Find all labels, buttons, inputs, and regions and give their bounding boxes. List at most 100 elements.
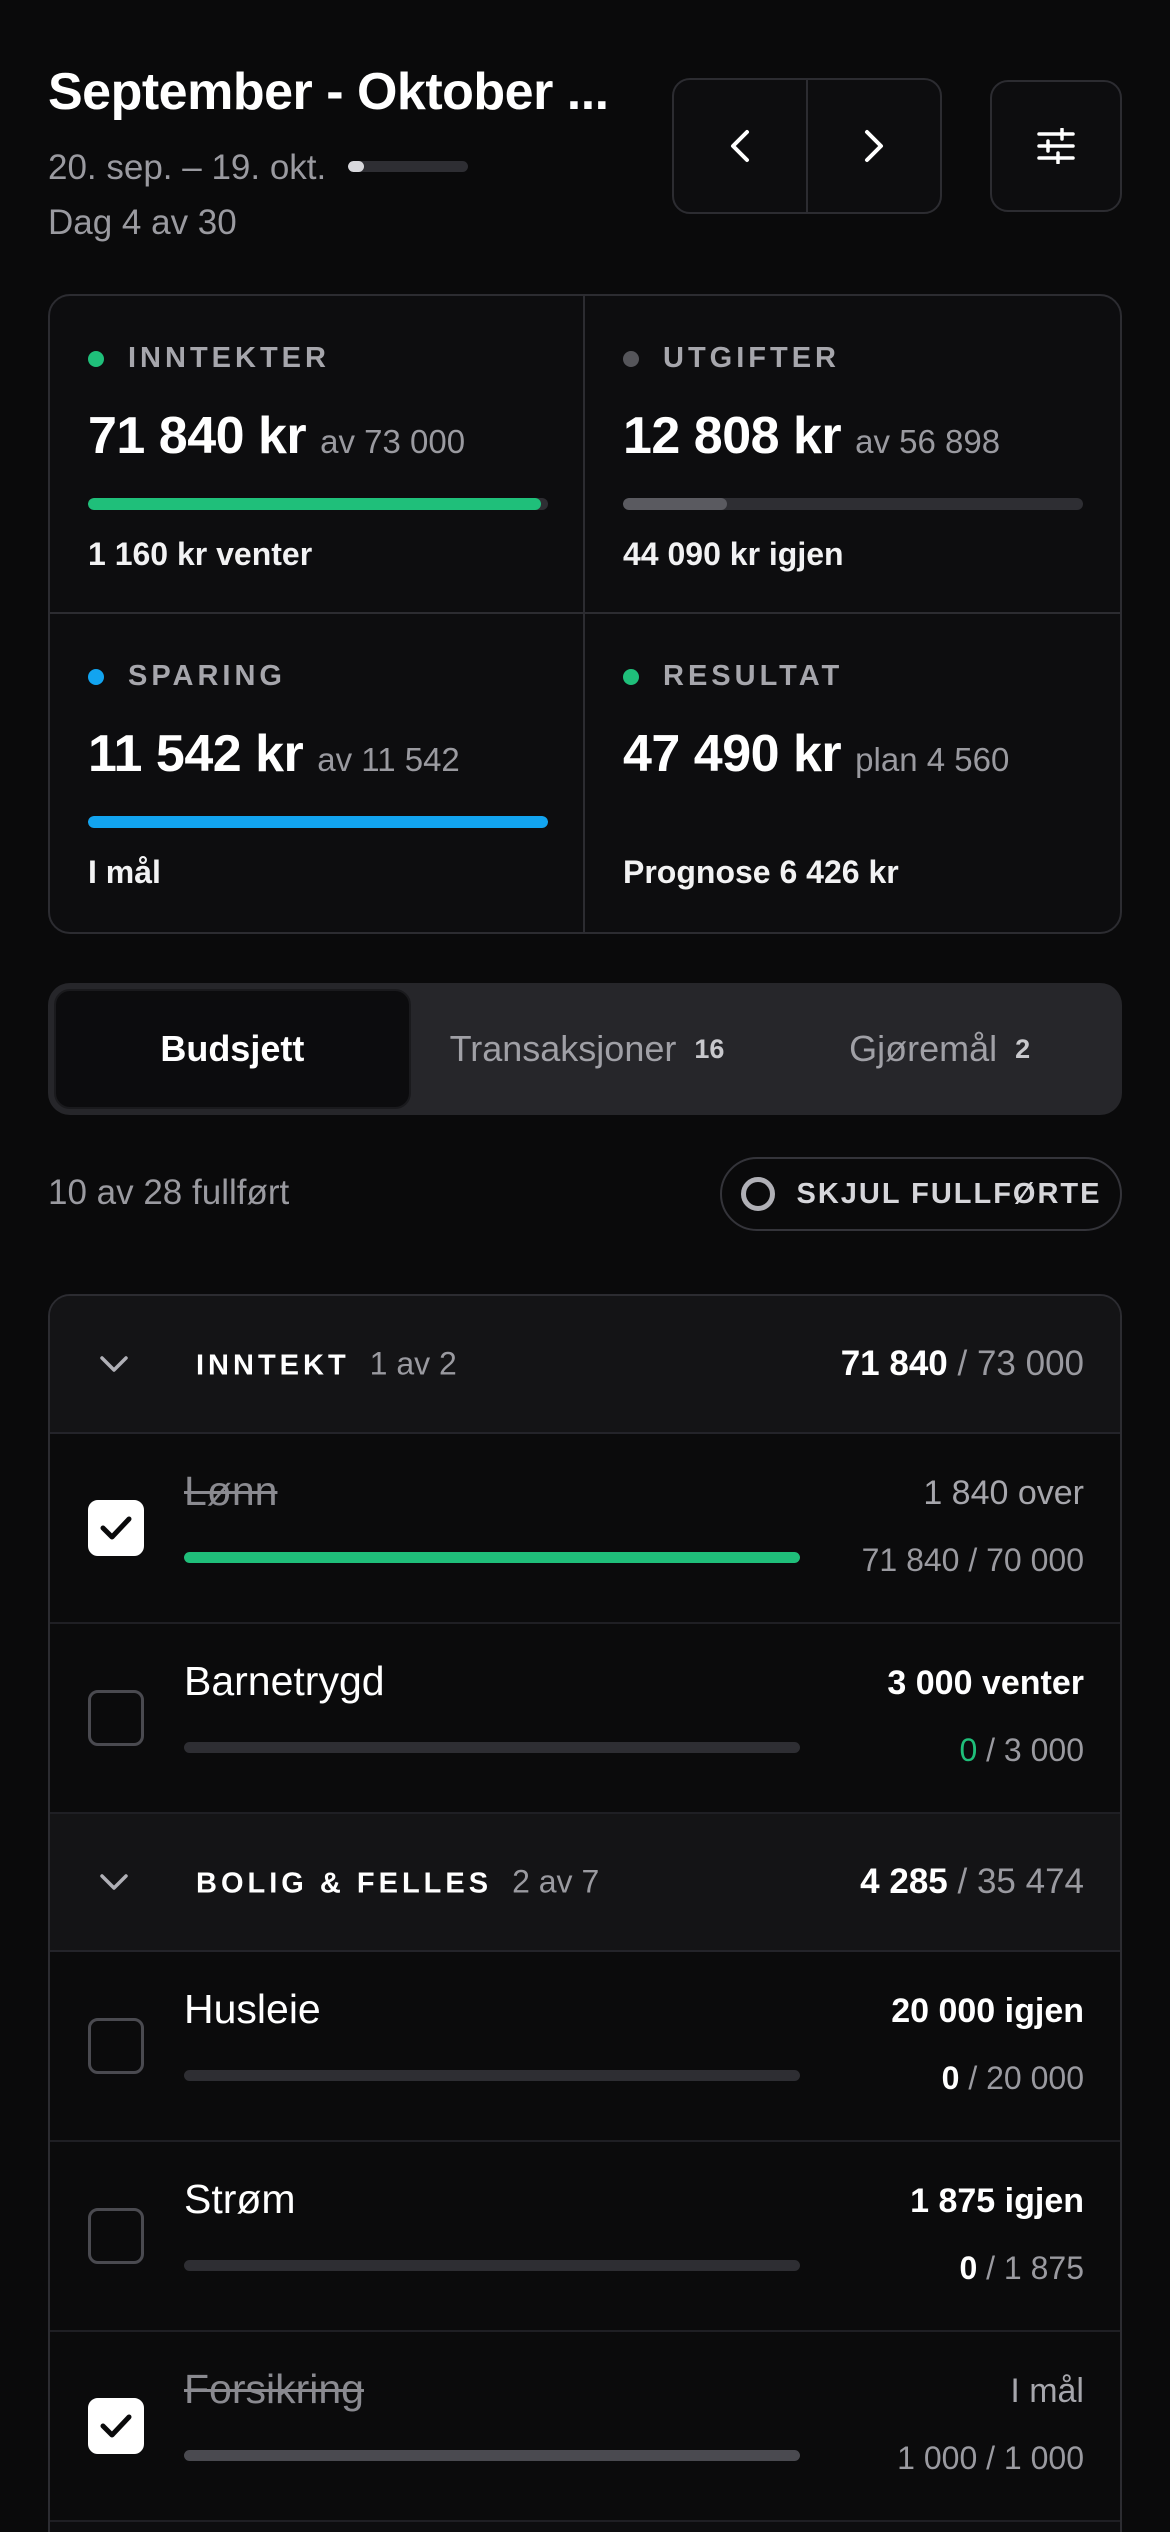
- stat-value: 47 490 kr: [623, 725, 842, 783]
- stat-progress-bar: [623, 498, 1083, 510]
- item-name: Lønn: [184, 1468, 278, 1514]
- summary-stats: INNTEKTER 71 840 kr av 73 000 1 160 kr ve…: [48, 294, 1122, 934]
- stat-target: plan 4 560: [855, 741, 1010, 778]
- stat-label: SPARING: [128, 660, 286, 692]
- tab-label: Transaksjoner: [449, 1028, 677, 1069]
- item-amount: 0 / 1 875: [959, 2250, 1084, 2287]
- toggle-ring-icon: [740, 1177, 775, 1211]
- budget-list: INNTEKT 1 av 2 71 840 / 73 000 Lønn 1 840…: [48, 1294, 1122, 2532]
- group-header-income[interactable]: INNTEKT 1 av 2 71 840 / 73 000: [50, 1296, 1120, 1434]
- period-day-count: Dag 4 av 30: [48, 203, 237, 242]
- budget-row[interactable]: Forsikring I mål 1 000 / 1 000: [50, 2332, 1120, 2522]
- item-amount: 0 / 20 000: [942, 2060, 1084, 2097]
- budget-row[interactable]: Barnetrygd 3 000 venter 0 / 3 000: [50, 1624, 1120, 1814]
- stat-note: Prognose 6 426 kr: [623, 854, 899, 890]
- stat-target: av 73 000: [320, 423, 466, 460]
- stat-target: av 11 542: [317, 741, 460, 778]
- item-budget: / 70 000: [968, 1542, 1084, 1578]
- tab-transactions[interactable]: Transaksjoner 16: [411, 989, 764, 1109]
- item-progress-bar: [184, 2260, 800, 2271]
- group-name: BOLIG & FELLES 2 av 7: [196, 1864, 599, 1901]
- stat-note: I mål: [88, 854, 161, 890]
- filter-settings-button[interactable]: [990, 80, 1122, 212]
- item-budget: / 3 000: [986, 1732, 1084, 1768]
- status-dot: [623, 668, 639, 685]
- item-amount: 0 / 3 000: [959, 1732, 1084, 1769]
- item-progress-fill: [184, 2450, 800, 2461]
- item-progress-bar: [184, 2070, 800, 2081]
- group-count: 1 av 2: [369, 1345, 457, 1382]
- stat-expenses[interactable]: UTGIFTER 12 808 kr av 56 898 44 090 kr ig…: [585, 296, 1120, 614]
- stat-label: INNTEKTER: [128, 342, 330, 374]
- budget-row[interactable]: Strøm 1 875 igjen 0 / 1 875: [50, 2142, 1120, 2332]
- item-name: Barnetrygd: [184, 1658, 385, 1704]
- tab-label: Budsjett: [160, 1028, 305, 1069]
- item-checkbox[interactable]: [88, 2398, 144, 2454]
- group-budget: / 73 000: [957, 1344, 1085, 1383]
- status-dot: [88, 350, 104, 367]
- stat-savings[interactable]: SPARING 11 542 kr av 11 542 I mål: [50, 614, 585, 932]
- checkmark-icon: [100, 1516, 132, 1540]
- status-dot: [88, 668, 104, 685]
- item-checkbox[interactable]: [88, 2018, 144, 2074]
- item-budget: / 20 000: [968, 2060, 1084, 2096]
- item-checkbox[interactable]: [88, 2208, 144, 2264]
- item-status: I mål: [1010, 2372, 1084, 2410]
- group-name: INNTEKT 1 av 2: [196, 1346, 457, 1383]
- stat-note: 1 160 kr venter: [88, 536, 313, 572]
- budget-row[interactable]: Lønn 1 840 over 71 840 / 70 000: [50, 1434, 1120, 1624]
- stat-value-line: 71 840 kr av 73 000: [88, 406, 465, 466]
- item-amount: 71 840 / 70 000: [862, 1542, 1084, 1579]
- item-spent: 0: [941, 2060, 960, 2096]
- item-progress-fill: [184, 1552, 800, 1563]
- status-dot: [623, 350, 639, 367]
- item-status: 3 000 venter: [887, 1664, 1084, 1702]
- stat-header: SPARING: [88, 660, 286, 693]
- stat-result[interactable]: RESULTAT 47 490 kr plan 4 560 Prognose 6 …: [585, 614, 1120, 932]
- item-spent: 0: [959, 2250, 978, 2286]
- item-budget: / 1 875: [986, 2250, 1084, 2286]
- item-name: Forsikring: [184, 2366, 364, 2412]
- period-progress-fill: [348, 161, 364, 172]
- stat-value: 11 542 kr: [88, 725, 304, 783]
- tab-budget[interactable]: Budsjett: [54, 989, 411, 1109]
- stat-value-line: 47 490 kr plan 4 560: [623, 724, 1009, 784]
- stat-income[interactable]: INNTEKTER 71 840 kr av 73 000 1 160 kr ve…: [50, 296, 585, 614]
- item-progress-bar: [184, 1552, 800, 1563]
- item-spent: 1 000: [897, 2440, 978, 2476]
- tab-count-badge: 16: [694, 1033, 725, 1064]
- hide-completed-label: SKJUL FULLFØRTE: [796, 1177, 1102, 1210]
- view-tabs: Budsjett Transaksjoner 16 Gjøremål 2: [48, 983, 1122, 1115]
- group-budget: / 35 474: [957, 1862, 1085, 1901]
- checkmark-icon: [100, 2414, 132, 2438]
- budget-row[interactable]: Husleie 20 000 igjen 0 / 20 000: [50, 1952, 1120, 2142]
- stat-header: UTGIFTER: [623, 342, 840, 375]
- next-period-button[interactable]: [806, 80, 940, 212]
- group-total: 71 840 / 73 000: [841, 1344, 1084, 1384]
- period-date-range: 20. sep. – 19. okt.: [48, 148, 327, 187]
- chevron-down-icon: [100, 1356, 128, 1372]
- item-budget: / 1 000: [986, 2440, 1084, 2476]
- item-checkbox[interactable]: [88, 1500, 144, 1556]
- item-progress-bar: [184, 1742, 800, 1753]
- tab-todos[interactable]: Gjøremål 2: [763, 989, 1116, 1109]
- group-total: 4 285 / 35 474: [860, 1862, 1084, 1902]
- page-title: September - Oktober ...: [48, 63, 609, 121]
- chevron-left-icon: [731, 130, 749, 162]
- group-header-housing[interactable]: BOLIG & FELLES 2 av 7 4 285 / 35 474: [50, 1814, 1120, 1952]
- group-count: 2 av 7: [512, 1863, 600, 1900]
- item-status: 1 875 igjen: [910, 2182, 1084, 2220]
- stat-value: 12 808 kr: [623, 407, 842, 465]
- item-checkbox[interactable]: [88, 1690, 144, 1746]
- tab-label: Gjøremål: [849, 1028, 998, 1069]
- hide-completed-toggle[interactable]: SKJUL FULLFØRTE: [720, 1157, 1122, 1231]
- item-spent: 71 840: [861, 1542, 960, 1578]
- completed-count: 10 av 28 fullført: [48, 1173, 290, 1212]
- period-nav: [672, 78, 942, 214]
- stat-header: INNTEKTER: [88, 342, 330, 375]
- period-progress-bar: [348, 161, 468, 172]
- stat-label: UTGIFTER: [663, 342, 840, 374]
- stat-progress-fill: [623, 498, 727, 510]
- previous-period-button[interactable]: [674, 80, 806, 212]
- item-spent: 0: [959, 1732, 978, 1768]
